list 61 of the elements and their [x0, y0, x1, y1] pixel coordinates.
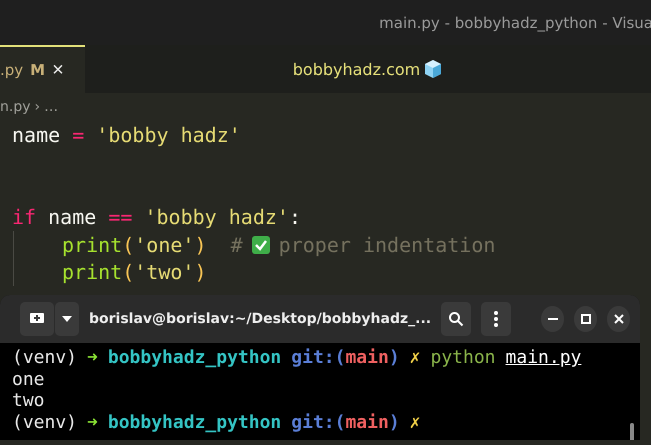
editor-tab[interactable]: .py M × — [0, 45, 85, 93]
menu-button[interactable] — [480, 302, 511, 336]
new-tab-button[interactable] — [20, 302, 54, 336]
code-comment: # — [230, 232, 243, 257]
terminal-command: python — [430, 347, 496, 368]
minimize-icon — [548, 318, 558, 320]
terminal-prompt-arrow: ➜ — [87, 347, 98, 368]
minimize-button[interactable] — [541, 306, 564, 332]
terminal-git-branch: main — [345, 347, 389, 368]
terminal-git-branch: ) — [388, 412, 400, 433]
code-comment: proper indentation — [278, 232, 496, 257]
cube-icon — [423, 59, 444, 79]
breadcrumb-separator: › — [34, 99, 40, 115]
breadcrumb-more[interactable]: … — [44, 99, 58, 115]
search-icon — [448, 311, 464, 327]
terminal-prompt-arrow: ➜ — [87, 412, 98, 433]
dropdown-button[interactable] — [55, 302, 79, 336]
breadcrumb-file[interactable]: n.py — [0, 99, 30, 115]
banner-text: bobbyhadz.com — [292, 60, 420, 78]
code-symbol: ) — [194, 260, 207, 284]
search-button[interactable] — [441, 302, 471, 336]
close-button[interactable]: × — [52, 60, 64, 80]
code-string: 'one' — [134, 232, 194, 257]
modified-label: M — [30, 61, 46, 79]
code-symbol: ( — [122, 232, 134, 257]
terminal-directory: bobbyhadz_python — [108, 412, 282, 433]
terminal-text: one — [12, 368, 45, 390]
code-func: print — [62, 260, 122, 284]
menu-icon — [494, 311, 498, 327]
terminal-git-branch: git:( — [291, 412, 346, 433]
terminal-text: (venv) — [12, 347, 78, 368]
terminal-git-branch: git:( — [291, 347, 346, 368]
code-name: : — [288, 205, 302, 230]
code-string: 'two' — [134, 260, 194, 284]
check-icon — [250, 234, 271, 255]
code-symbol: == — [108, 205, 132, 230]
terminal-dirty-mark: ✗ — [410, 412, 420, 433]
tab-label: .py — [0, 61, 24, 79]
code-string: 'bobby hadz' — [96, 122, 241, 147]
code-func: print — [62, 232, 122, 257]
code-keyword: if — [12, 205, 36, 230]
terminal-git-branch: main — [345, 412, 389, 433]
terminal-text: (venv) — [12, 412, 78, 433]
code-symbol: = — [71, 122, 86, 147]
terminal-title: borislav@borislav:~/Desktop/bobbyhadz_... — [89, 311, 432, 327]
code-name: name — [47, 205, 98, 230]
code-name: name — [12, 122, 60, 147]
terminal-git-branch: ) — [388, 347, 400, 368]
terminal-dirty-mark: ✗ — [410, 347, 420, 368]
plus-icon — [29, 312, 45, 326]
terminal-argument: main.py — [506, 347, 582, 368]
code-symbol: ) — [194, 232, 207, 257]
close-icon — [614, 314, 624, 324]
close-button[interactable] — [607, 306, 630, 332]
code-string: 'bobby hadz' — [143, 205, 289, 230]
caret-icon — [62, 316, 72, 322]
code-symbol: ( — [122, 260, 134, 284]
maximize-button[interactable] — [574, 306, 598, 332]
maximize-icon — [580, 314, 591, 324]
terminal-directory: bobbyhadz_python — [108, 347, 282, 368]
terminal-text: two — [12, 390, 45, 412]
